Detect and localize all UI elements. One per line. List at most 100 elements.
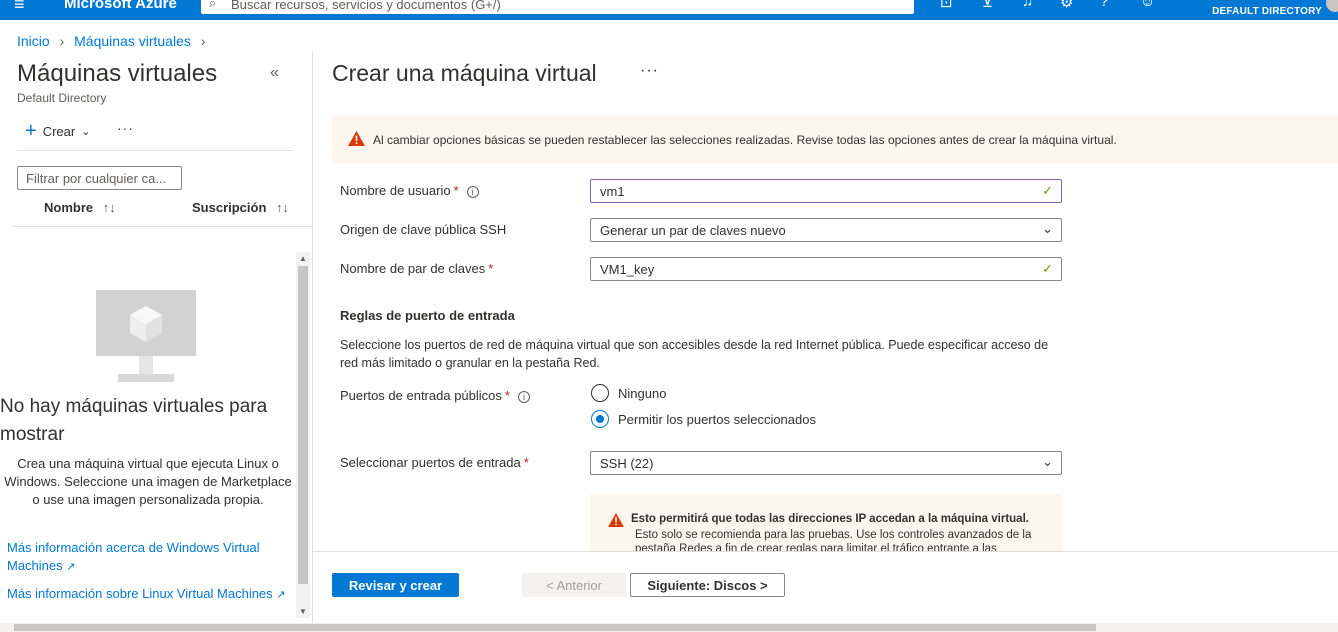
sort-icon[interactable]: ↑↓	[103, 200, 116, 215]
left-toolbar: + Crear ⌄ ···	[25, 120, 133, 141]
radio-allow-label: Permitir los puertos seleccionados	[618, 411, 816, 427]
required-marker: *	[504, 388, 510, 403]
chevron-right-icon: ›	[59, 33, 65, 49]
username-field[interactable]: vm1 ✓	[590, 179, 1062, 203]
next-button[interactable]: Siguiente: Discos >	[630, 573, 785, 597]
empty-state-description: Crea una máquina virtual que ejecuta Lin…	[4, 456, 292, 507]
feedback-icon[interactable]: ☺	[1140, 0, 1155, 10]
directory-name[interactable]: DEFAULT DIRECTORY	[1212, 6, 1322, 17]
left-panel-title: Máquinas virtuales	[17, 60, 218, 87]
directory-filter-icon[interactable]: ⊻	[982, 0, 993, 11]
warning-icon	[348, 131, 365, 146]
scrollbar-thumb[interactable]	[298, 266, 308, 584]
external-link-icon: ↗	[276, 589, 286, 601]
action-bar	[313, 551, 1338, 623]
required-marker: *	[523, 455, 529, 470]
ssh-source-dropdown[interactable]: Generar un par de claves nuevo ⌄	[590, 218, 1062, 242]
chevron-down-icon[interactable]: ⌄	[81, 125, 90, 138]
help-icon[interactable]: ?	[1100, 0, 1108, 10]
settings-icon[interactable]: ⚙	[1060, 0, 1073, 11]
column-header-name[interactable]: Nombre ↑↓	[44, 200, 116, 215]
collapse-panel-icon[interactable]: «	[270, 64, 279, 82]
column-header-name-label: Nombre	[44, 200, 94, 215]
search-icon: ⌕	[209, 0, 217, 10]
external-link-icon: ↗	[66, 561, 76, 573]
cloud-shell-icon[interactable]: ⊡	[940, 0, 953, 11]
left-panel-subtitle: Default Directory	[17, 91, 107, 105]
ssh-source-label: Origen de clave pública SSH	[340, 222, 507, 237]
radio-allow-selected[interactable]: Permitir los puertos seleccionados	[591, 410, 816, 428]
warning-icon	[608, 513, 624, 527]
search-placeholder: Buscar recursos, servicios y documentos …	[231, 0, 501, 12]
warning-banner-text: Al cambiar opciones básicas se pueden re…	[373, 133, 1117, 147]
previous-button[interactable]: < Anterior	[522, 573, 626, 597]
chevron-right-icon: ›	[200, 33, 206, 49]
select-ports-label: Seleccionar puertos de entrada *	[340, 455, 529, 470]
ssh-source-value: Generar un par de claves nuevo	[600, 223, 786, 238]
page-title: Crear una máquina virtual	[332, 60, 597, 86]
warning-banner: Al cambiar opciones básicas se pueden re…	[332, 115, 1338, 163]
avatar[interactable]	[1326, 0, 1338, 12]
breadcrumb-home[interactable]: Inicio	[17, 33, 50, 49]
sort-icon[interactable]: ↑↓	[276, 200, 289, 215]
chevron-down-icon: ⌄	[1042, 454, 1053, 469]
breadcrumb-virtual-machines[interactable]: Máquinas virtuales	[74, 33, 191, 49]
checkmark-icon: ✓	[1042, 261, 1053, 276]
linux-vm-link[interactable]: Más información sobre Linux Virtual Mach…	[7, 585, 297, 604]
radio-none[interactable]: Ninguno	[591, 384, 666, 402]
username-value: vm1	[600, 184, 625, 199]
info-icon[interactable]: i	[517, 390, 530, 403]
breadcrumb: Inicio › Máquinas virtuales ›	[17, 33, 211, 49]
chevron-down-icon: ⌄	[1042, 221, 1053, 236]
ports-warning-box: Esto permitirá que todas las direcciones…	[590, 494, 1062, 552]
key-pair-label: Nombre de par de claves *	[340, 261, 493, 276]
filter-input[interactable]: Filtrar por cualquier ca...	[17, 166, 182, 190]
username-label: Nombre de usuario * i	[340, 183, 479, 198]
create-button[interactable]: Crear	[43, 124, 76, 139]
scrollbar-thumb[interactable]	[14, 624, 1096, 631]
horizontal-scrollbar[interactable]	[0, 623, 1338, 632]
plus-icon[interactable]: +	[25, 121, 37, 141]
panel-divider	[312, 52, 313, 632]
required-marker: *	[453, 183, 459, 198]
radio-button-selected[interactable]	[591, 410, 609, 428]
select-ports-dropdown[interactable]: SSH (22) ⌄	[590, 451, 1062, 475]
left-panel-scrollbar[interactable]: ▲ ▼	[296, 252, 310, 618]
ports-warning-body: Esto solo se recomienda para las pruebas…	[635, 529, 1032, 552]
divider	[12, 226, 312, 227]
more-options-icon[interactable]: ···	[640, 62, 659, 80]
radio-button[interactable]	[591, 384, 609, 402]
section-description: Seleccione los puertos de red de máquina…	[340, 338, 1049, 370]
key-pair-field[interactable]: VM1_key ✓	[590, 257, 1062, 281]
column-header-subscription[interactable]: Suscripción ↑↓	[192, 200, 289, 215]
notifications-icon[interactable]: ♫	[1022, 0, 1033, 10]
scroll-down-icon[interactable]: ▼	[299, 607, 307, 616]
public-ports-label: Puertos de entrada públicos * i	[340, 388, 530, 403]
windows-vm-link[interactable]: Más información acerca de Windows Virtua…	[7, 539, 277, 576]
select-ports-label-text: Seleccionar puertos de entrada	[340, 455, 521, 470]
checkmark-icon: ✓	[1042, 183, 1053, 198]
linux-vm-link-text[interactable]: Más información sobre Linux Virtual Mach…	[7, 586, 273, 601]
menu-icon[interactable]: ≡	[14, 0, 25, 15]
virtual-machine-icon	[96, 290, 196, 382]
select-ports-value: SSH (22)	[600, 456, 654, 471]
scroll-up-icon[interactable]: ▲	[299, 254, 307, 263]
required-marker: *	[488, 261, 494, 276]
public-ports-label-text: Puertos de entrada públicos	[340, 388, 502, 403]
brand-name[interactable]: Microsoft Azure	[64, 0, 177, 12]
top-nav-bar: ≡ Microsoft Azure ⌕ Buscar recursos, ser…	[0, 0, 1338, 20]
section-title: Reglas de puerto de entrada	[340, 308, 515, 323]
windows-vm-link-text[interactable]: Más información acerca de Windows Virtua…	[7, 540, 260, 573]
review-create-button[interactable]: Revisar y crear	[332, 573, 459, 597]
radio-none-label: Ninguno	[618, 385, 667, 401]
divider	[17, 150, 292, 151]
global-search-input[interactable]: ⌕ Buscar recursos, servicios y documento…	[201, 0, 914, 14]
empty-state-title: No hay máquinas virtuales para mostrar	[0, 396, 268, 445]
key-pair-label-text: Nombre de par de claves	[340, 261, 486, 276]
info-icon[interactable]: i	[466, 185, 479, 198]
more-options-icon[interactable]: ···	[117, 120, 134, 136]
column-header-subscription-label: Suscripción	[192, 200, 267, 215]
ports-warning-title: Esto permitirá que todas las direcciones…	[631, 513, 1029, 525]
username-label-text: Nombre de usuario	[340, 183, 451, 198]
key-pair-value: VM1_key	[600, 262, 655, 277]
